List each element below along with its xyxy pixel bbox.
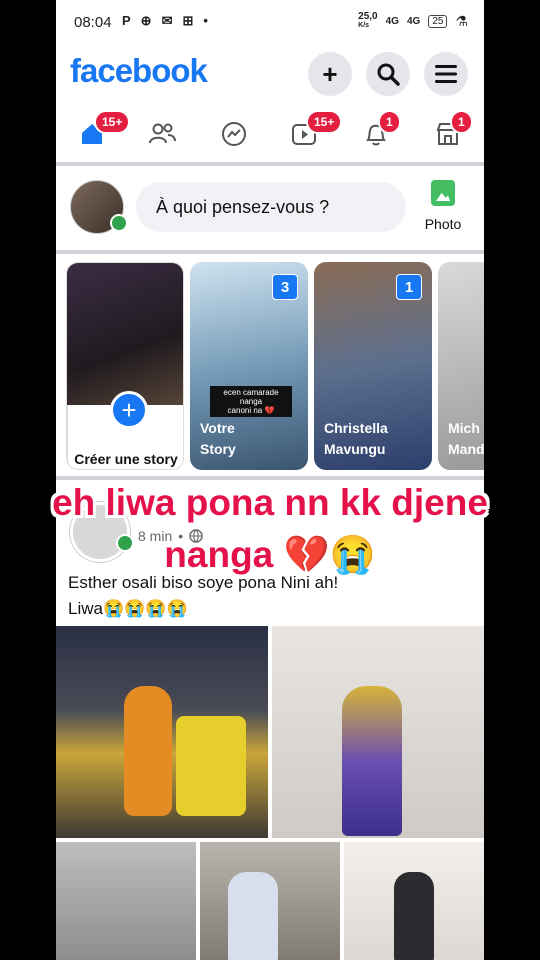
menu-button[interactable] [424,52,468,96]
notification-plus-icon: ⊞ [182,13,194,28]
notifications-badge: 1 [378,110,401,134]
friends-icon [149,123,176,144]
story-card[interactable]: ecen camarade nanga canoni na 💔 3 Votre … [190,262,308,470]
divider [56,476,484,480]
tab-video[interactable]: 15+ [286,110,343,152]
messenger-icon [222,122,246,146]
video-caption-line-2: nanga 💔😭 [164,534,376,575]
tab-marketplace[interactable]: 1 [430,110,473,152]
video-caption-line-1: eh liwa pona nn kk djene [52,482,488,523]
marketplace-badge: 1 [450,110,473,134]
menu-icon [435,65,457,83]
story-count-badge: 3 [272,274,298,300]
photo-icon [431,180,455,206]
notification-whatsapp-icon: ⊕ [140,13,152,28]
plus-icon: + [322,58,338,89]
online-indicator [110,214,128,232]
divider [56,250,484,254]
story-card[interactable]: Mich Mand [438,262,484,470]
car-shape [176,716,246,816]
photo-label: Photo [424,216,462,232]
photo-button[interactable]: Photo [418,180,468,232]
video-badge: 15+ [306,110,343,134]
post-photo[interactable] [56,626,268,838]
notification-dot-icon: • [203,13,208,28]
status-system-icons: 25,0 K/s 4G 4G 25 ⚗ [358,12,468,30]
status-input[interactable]: À quoi pensez-vous ? [136,182,406,232]
post-photo[interactable] [200,842,340,960]
search-button[interactable] [366,52,410,96]
story-card[interactable]: 1 Christella Mavungu [314,262,432,470]
tab-friends[interactable] [144,116,180,152]
phone-screen: 08:04 P ⊕ ✉ ⊞ • 25,0 K/s 4G 4G 25 ⚗ face… [56,0,484,960]
signal-2-icon: 4G [406,15,421,27]
create-story-card[interactable]: + Créer une story [66,262,184,470]
story-caption: ecen camarade nanga canoni na 💔 [210,386,292,417]
signal-1-icon: 4G [385,15,399,27]
tab-messenger[interactable] [216,116,252,152]
notification-p-icon: P [122,13,131,28]
create-story-photo [67,263,183,405]
tab-notifications[interactable]: 1 [358,110,401,152]
network-speed: 25,0 [358,11,378,22]
post-composer: À quoi pensez-vous ? Photo [56,168,484,248]
person-shape [342,686,402,836]
create-story-label: Créer une story [74,451,178,467]
create-button[interactable]: + [308,52,352,96]
search-icon [377,63,400,86]
top-navigation: 15+ 15+ 1 1 [56,110,484,160]
stories-tray: + Créer une story ecen camarade nanga ca… [56,258,484,472]
person-shape [124,686,172,816]
story-count-badge: 1 [396,274,422,300]
post-photo[interactable] [344,842,484,960]
divider [56,162,484,166]
facebook-logo[interactable]: facebook [70,52,208,90]
person-shape [394,872,434,960]
post-photo[interactable] [272,626,484,838]
tab-home[interactable]: 15+ [74,110,131,152]
story-name: Votre Story [200,420,236,457]
lab-icon: ⚗ [455,12,468,29]
notification-mail-icon: ✉ [161,13,173,28]
home-badge: 15+ [94,110,131,134]
person-shape [228,872,278,960]
status-notification-icons: P ⊕ ✉ ⊞ • [122,13,208,29]
network-speed-unit: K/s [358,22,370,29]
post-text: Esther osali biso soye pona Nini ah! Liw… [68,573,339,618]
add-story-icon: + [110,391,148,429]
story-name: Mich Mand [448,420,484,457]
post-photo[interactable] [56,842,196,960]
story-name: Christella Mavungu [324,420,388,457]
status-bar: 08:04 P ⊕ ✉ ⊞ • 25,0 K/s 4G 4G 25 ⚗ [56,0,484,46]
battery-icon: 25 [428,14,448,28]
status-time: 08:04 [74,14,112,31]
